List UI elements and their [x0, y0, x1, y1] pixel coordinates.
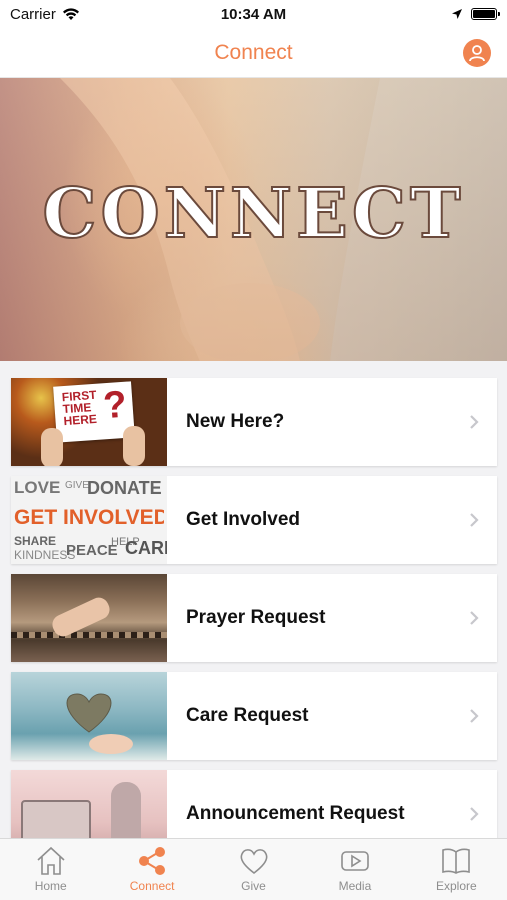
chevron-right-icon — [470, 709, 479, 723]
list-item-label: Get Involved — [186, 509, 301, 530]
connect-options-list: FIRST TIME HERE ? New Here? LOVE GIVE DO… — [11, 378, 497, 868]
chevron-right-icon — [470, 611, 479, 625]
chevron-right-icon — [470, 513, 479, 527]
list-item-label: Prayer Request — [186, 607, 326, 628]
get-involved-thumbnail: LOVE GIVE DONATE GET INVOLVED SHARE KIND… — [11, 476, 167, 564]
profile-button[interactable] — [463, 39, 491, 67]
status-bar: Carrier 10:34 AM — [0, 0, 507, 28]
tab-media[interactable]: Media — [304, 839, 405, 900]
navigation-bar: Connect — [0, 28, 507, 78]
carrier-label: Carrier — [10, 5, 56, 23]
chevron-right-icon — [470, 807, 479, 821]
word-love: LOVE — [14, 478, 61, 497]
list-item-care-request[interactable]: Care Request — [11, 672, 497, 760]
share-icon — [139, 847, 166, 875]
location-arrow-icon — [452, 9, 462, 19]
sign-text: FIRST TIME HERE — [61, 388, 98, 429]
list-item-get-involved[interactable]: LOVE GIVE DONATE GET INVOLVED SHARE KIND… — [11, 476, 497, 564]
care-request-thumbnail — [11, 672, 167, 760]
play-icon — [341, 851, 369, 871]
hero-title: CONNECT — [41, 173, 465, 255]
heart-icon — [240, 849, 267, 875]
new-here-thumbnail: FIRST TIME HERE ? — [11, 378, 167, 466]
tab-label: Home — [34, 879, 67, 893]
word-care: CARE — [125, 538, 167, 558]
status-left: Carrier — [10, 6, 80, 23]
list-item-label: New Here? — [186, 411, 285, 432]
tab-label: Connect — [129, 879, 175, 893]
tab-label: Explore — [435, 879, 477, 893]
book-icon — [442, 848, 471, 874]
list-item-new-here[interactable]: FIRST TIME HERE ? New Here? — [11, 378, 497, 466]
tab-connect[interactable]: Connect — [101, 839, 202, 900]
word-get-involved: GET INVOLVED — [14, 506, 164, 529]
heart-stone-image — [66, 693, 133, 754]
tab-bar: Home Connect Give Media Explore — [0, 838, 507, 900]
word-donate: DONATE — [87, 478, 162, 498]
right-hand — [123, 426, 145, 466]
status-right — [451, 8, 500, 20]
prayer-request-thumbnail — [11, 574, 167, 662]
tab-explore[interactable]: Explore — [406, 839, 507, 900]
word-share: SHARE — [14, 534, 57, 548]
decorative-border — [11, 632, 167, 638]
sign-question-mark: ? — [101, 383, 129, 428]
home-icon — [37, 846, 65, 875]
sign-word-here: HERE — [63, 411, 98, 429]
list-item-label: Care Request — [186, 705, 309, 726]
left-hand — [41, 428, 63, 466]
word-give: GIVE — [65, 480, 89, 491]
hero-banner: CONNECT — [0, 78, 507, 361]
list-item-prayer-request[interactable]: Prayer Request — [11, 574, 497, 662]
tab-home[interactable]: Home — [0, 839, 101, 900]
battery-icon — [471, 8, 500, 20]
tab-give[interactable]: Give — [203, 839, 304, 900]
tab-label: Media — [338, 879, 372, 893]
word-peace: PEACE — [66, 542, 118, 559]
chevron-right-icon — [470, 415, 479, 429]
page-title: Connect — [214, 40, 293, 64]
tab-label: Give — [241, 879, 266, 893]
wifi-icon — [62, 7, 79, 20]
list-item-label: Announcement Request — [186, 803, 405, 824]
user-icon — [469, 44, 485, 61]
